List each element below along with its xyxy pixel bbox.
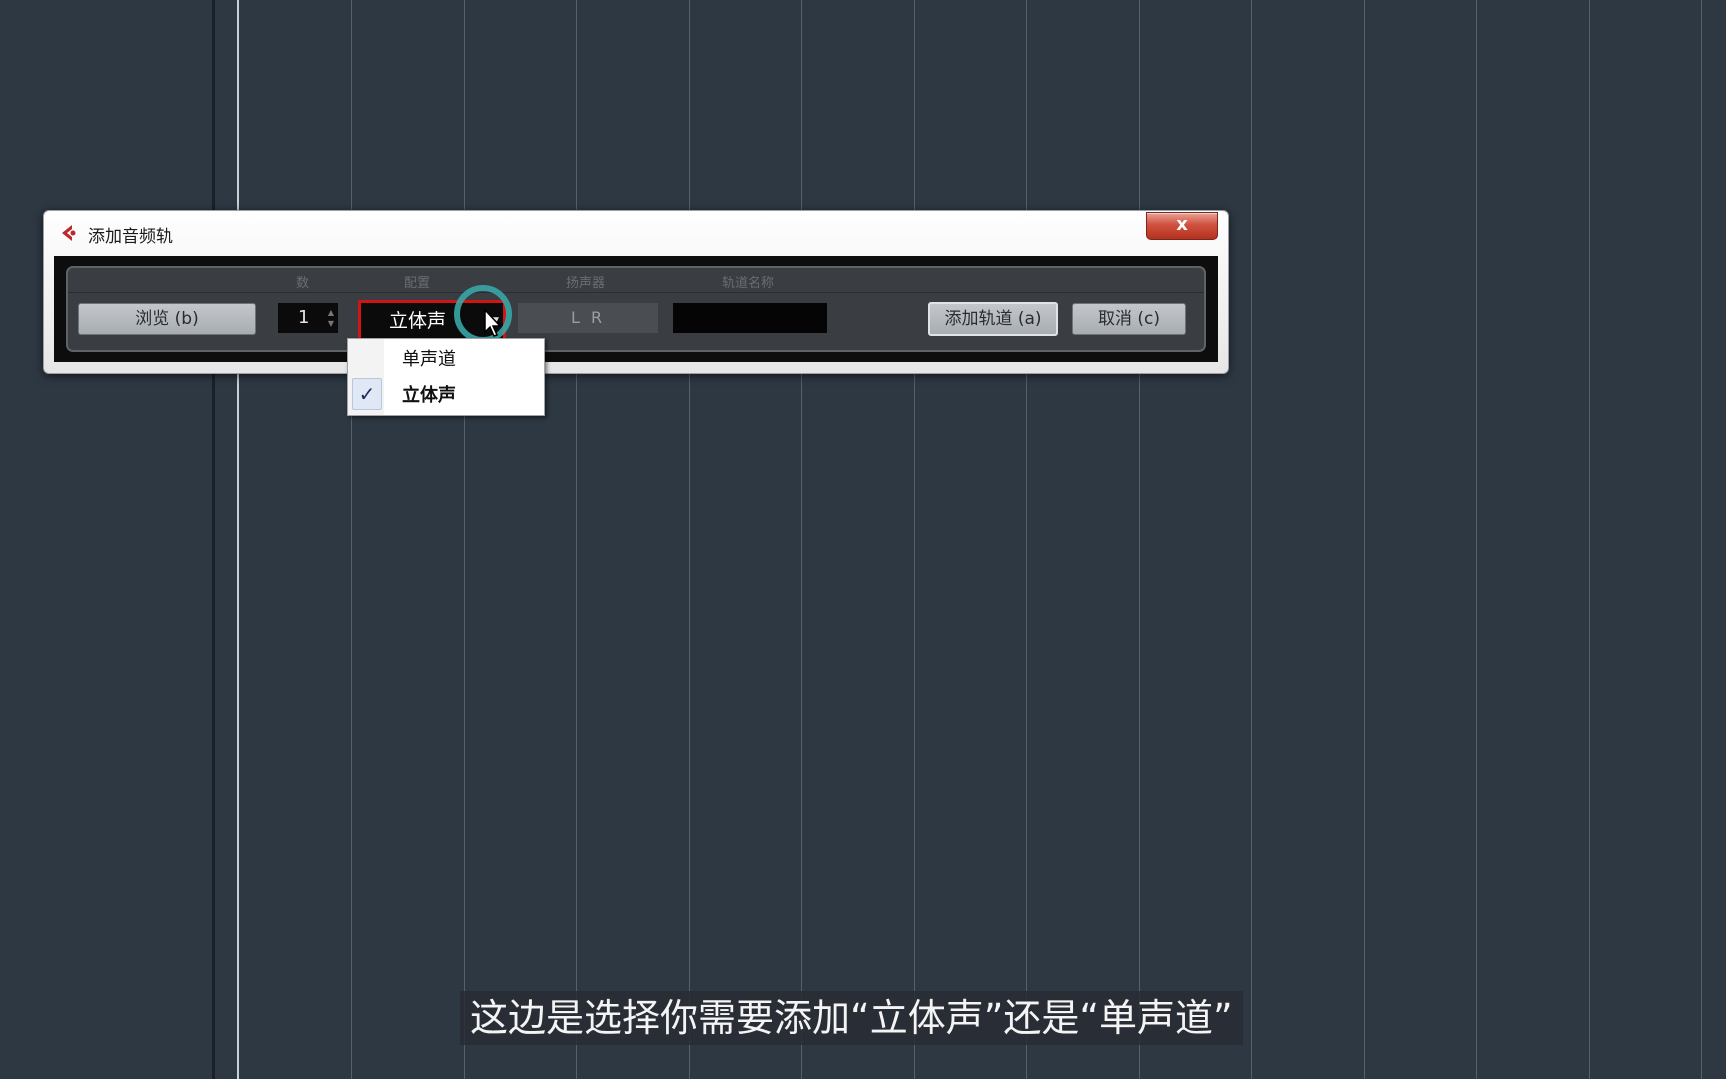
stepper-up-icon[interactable]: ▲ [326, 307, 336, 318]
grid-line [801, 0, 802, 1079]
grid-line [914, 0, 915, 1079]
project-start-line [237, 0, 239, 1079]
add-audio-track-dialog: 添加音频轨 x 数 配置 扬声器 轨道名称 浏览 (b) 1 ▲ ▼ 立体声 ▼ [43, 210, 1229, 374]
check-icon: ✓ [352, 378, 382, 410]
dialog-title-bar[interactable]: 添加音频轨 x [44, 211, 1228, 255]
grid-line [689, 0, 690, 1079]
track-settings-row: 数 配置 扬声器 轨道名称 浏览 (b) 1 ▲ ▼ 立体声 ▼ L R 添加轨… [66, 266, 1206, 352]
cancel-button[interactable]: 取消 (c) [1072, 303, 1186, 335]
config-header: 配置 [404, 276, 431, 291]
grid-line [464, 0, 465, 1079]
video-subtitle: 这边是选择你需要添加“立体声”还是“单声道” [460, 991, 1243, 1045]
config-value: 立体声 [389, 310, 447, 332]
speaker-header: 扬声器 [566, 276, 606, 291]
menu-item-stereo[interactable]: 立体声 [402, 381, 456, 407]
grid-line [1589, 0, 1590, 1079]
speaker-field: L R [518, 303, 658, 333]
grid-line [1701, 0, 1702, 1079]
track-name-input[interactable] [673, 303, 827, 333]
grid-line [1251, 0, 1252, 1079]
column-headers: 数 配置 扬声器 轨道名称 [68, 268, 1204, 293]
mouse-cursor-icon [484, 308, 502, 337]
count-stepper[interactable]: ▲ ▼ [326, 307, 336, 329]
grid-line [1476, 0, 1477, 1079]
count-header: 数 [296, 276, 310, 291]
arrange-window [0, 0, 1726, 1079]
dialog-panel: 数 配置 扬声器 轨道名称 浏览 (b) 1 ▲ ▼ 立体声 ▼ L R 添加轨… [54, 256, 1218, 362]
track-count-field[interactable]: 1 ▲ ▼ [278, 303, 338, 333]
grid-line [576, 0, 577, 1079]
divider-line [212, 0, 215, 1079]
dialog-title: 添加音频轨 [88, 227, 173, 247]
cubase-logo-icon [62, 225, 76, 241]
config-dropdown-menu: 单声道 ✓ 立体声 [347, 338, 545, 416]
stepper-down-icon[interactable]: ▼ [326, 318, 336, 329]
grid-line [1026, 0, 1027, 1079]
grid-line [1364, 0, 1365, 1079]
browse-button[interactable]: 浏览 (b) [78, 303, 256, 335]
add-track-button[interactable]: 添加轨道 (a) [928, 302, 1058, 336]
menu-item-mono[interactable]: 单声道 [402, 345, 456, 371]
grid-line [351, 0, 352, 1079]
grid-line [1139, 0, 1140, 1079]
close-button[interactable]: x [1146, 212, 1218, 240]
track-count-value: 1 [298, 307, 310, 328]
track-name-header: 轨道名称 [722, 276, 775, 291]
